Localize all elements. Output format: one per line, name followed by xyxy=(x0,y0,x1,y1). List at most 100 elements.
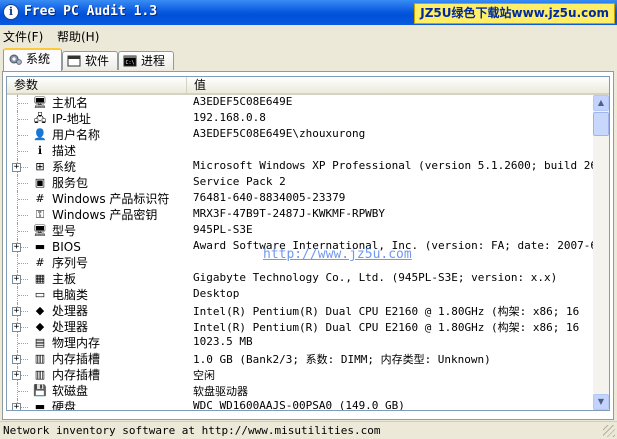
tab-software[interactable]: 软件 xyxy=(62,51,118,70)
table-row[interactable]: 🖧 IP-地址 192.168.0.8 xyxy=(7,111,593,127)
tree-line xyxy=(17,95,28,111)
table-row[interactable]: 🖥 型号 945PL-S3E xyxy=(7,223,593,239)
table-row[interactable]: ▭ 电脑类 Desktop xyxy=(7,287,593,303)
menu-bar: 文件(F) 帮助(H) xyxy=(0,25,617,45)
app-info-icon[interactable]: i xyxy=(3,4,19,20)
row-value: 空闲 xyxy=(193,369,215,382)
tree-line xyxy=(17,223,28,239)
memory-slot-icon: ▥ xyxy=(34,352,46,365)
row-param: 主板 xyxy=(52,272,77,286)
tree-line xyxy=(17,111,28,127)
row-param: 系统 xyxy=(52,160,77,174)
row-value: 1023.5 MB xyxy=(193,335,253,348)
network-icon: 🖧 xyxy=(33,112,47,125)
row-param: 主机名 xyxy=(52,96,89,110)
row-value: 1.0 GB (Bank2/3; 系数: DIMM; 内存类型: Unknown… xyxy=(193,353,491,366)
row-value: Desktop xyxy=(193,287,240,300)
expand-toggle[interactable]: + xyxy=(12,275,21,284)
column-header-param[interactable]: 参数 xyxy=(7,77,187,93)
resize-grip[interactable] xyxy=(603,425,615,437)
table-row[interactable]: + ◆ 处理器 Intel(R) Pentium(R) Dual CPU E2160 … xyxy=(7,303,593,319)
chip-icon: ▬ xyxy=(34,240,46,253)
table-row[interactable]: # Windows 产品标识符 76481-640-8834005-23379 xyxy=(7,191,593,207)
watermark-link: http://www.jz5u.com xyxy=(263,247,412,262)
row-value: A3EDEF5C08E649E xyxy=(193,95,293,108)
tab-processes[interactable]: C:\ 进程 xyxy=(118,51,174,70)
tree-line xyxy=(17,127,28,143)
row-value: Gigabyte Technology Co., Ltd. (945PL-S3E… xyxy=(193,271,558,284)
row-param: 服务包 xyxy=(52,176,89,190)
table-row[interactable]: 👤 用户名称 A3EDEF5C08E649E\zhouxurong xyxy=(7,127,593,143)
expand-toggle[interactable]: + xyxy=(12,307,21,316)
title-bar[interactable]: i Free PC Audit 1.3 JZ5U绿色下载站www.jz5u.co… xyxy=(0,0,617,25)
row-param: 序列号 xyxy=(52,256,89,270)
memory-slot-icon: ▥ xyxy=(34,368,46,381)
menu-file[interactable]: 文件(F) xyxy=(3,28,43,45)
tree-line xyxy=(17,335,28,351)
row-param: 描述 xyxy=(52,144,77,158)
row-param: 电脑类 xyxy=(52,288,89,302)
scroll-up-button[interactable]: ▲ xyxy=(593,95,609,111)
row-param: 型号 xyxy=(52,224,77,238)
row-value: 76481-640-8834005-23379 xyxy=(193,191,346,204)
info-icon: ℹ xyxy=(37,144,43,157)
harddisk-icon: ▬ xyxy=(34,400,46,410)
row-param: 物理内存 xyxy=(52,336,101,350)
row-value: Intel(R) Pentium(R) Dual CPU E2160 @ 1.8… xyxy=(193,305,580,318)
row-param: 用户名称 xyxy=(52,128,101,142)
expand-toggle[interactable]: + xyxy=(12,323,21,332)
status-text: Network inventory software at http://www… xyxy=(3,424,381,437)
table-row[interactable]: ⚿ Windows 产品密钥 MRX3F-47B9T-2487J-KWKMF-RPW… xyxy=(7,207,593,223)
hash-icon: # xyxy=(35,192,45,205)
table-row[interactable]: + ▥ 内存插槽 空闲 xyxy=(7,367,593,383)
row-param: 软磁盘 xyxy=(52,384,89,398)
row-value: Intel(R) Pentium(R) Dual CPU E2160 @ 1.8… xyxy=(193,321,580,334)
tree-line xyxy=(17,143,28,159)
column-header-value[interactable]: 值 xyxy=(187,77,609,93)
computer-icon: 🖥 xyxy=(33,224,47,237)
list-header: 参数 值 xyxy=(7,77,609,95)
tree-line xyxy=(17,175,28,191)
tab-processes-label: 进程 xyxy=(141,54,166,68)
floppy-icon: 💾 xyxy=(33,384,47,397)
table-row[interactable]: + ⊞ 系统 Microsoft Windows XP Professional (v… xyxy=(7,159,593,175)
expand-toggle[interactable]: + xyxy=(12,163,21,172)
table-row[interactable]: + ◆ 处理器 Intel(R) Pentium(R) Dual CPU E2160 … xyxy=(7,319,593,335)
table-row[interactable]: 🖥 主机名 A3EDEF5C08E649E xyxy=(7,95,593,111)
row-param: 硬盘 xyxy=(52,400,77,410)
table-row[interactable]: + ▥ 内存插槽 1.0 GB (Bank2/3; 系数: DIMM; 内存类型: U… xyxy=(7,351,593,367)
cpu-icon: ◆ xyxy=(35,304,45,317)
hash-icon: # xyxy=(35,256,45,269)
table-row[interactable]: ℹ 描述 xyxy=(7,143,593,159)
window-title: Free PC Audit 1.3 xyxy=(24,4,158,19)
motherboard-icon: ▦ xyxy=(34,272,46,285)
table-row[interactable]: ▤ 物理内存 1023.5 MB xyxy=(7,335,593,351)
system-info-list[interactable]: 参数 值 🖥 主机名 A3EDEF5C08E649E 🖧 IP-地址 192.168.0.… xyxy=(6,76,610,411)
expand-toggle[interactable]: + xyxy=(12,371,21,380)
expand-toggle[interactable]: + xyxy=(12,243,21,252)
row-param: IP-地址 xyxy=(52,112,91,126)
tab-system-label: 系统 xyxy=(26,52,51,66)
expand-toggle[interactable]: + xyxy=(12,355,21,364)
vertical-scrollbar[interactable]: ▲ ▼ xyxy=(593,95,609,410)
table-row[interactable]: 💾 软磁盘 软盘驱动器 xyxy=(7,383,593,399)
row-param: BIOS xyxy=(52,240,81,254)
scroll-thumb[interactable] xyxy=(593,112,609,136)
tree-line xyxy=(17,207,28,223)
menu-help[interactable]: 帮助(H) xyxy=(57,28,99,45)
tree-line xyxy=(17,287,28,303)
expand-toggle[interactable]: + xyxy=(12,403,21,410)
table-row[interactable]: ▣ 服务包 Service Pack 2 xyxy=(7,175,593,191)
table-row[interactable]: + ▬ 硬盘 WDC WD1600AAJS-00PSA0 (149.0 GB) xyxy=(7,399,593,410)
table-row[interactable]: + ▦ 主板 Gigabyte Technology Co., Ltd. (945PL… xyxy=(7,271,593,287)
row-param: 处理器 xyxy=(52,320,89,334)
row-param: Windows 产品密钥 xyxy=(52,208,158,222)
row-param: 内存插槽 xyxy=(52,368,101,382)
row-param: 内存插槽 xyxy=(52,352,101,366)
svg-text:C:\: C:\ xyxy=(126,60,135,66)
scroll-down-button[interactable]: ▼ xyxy=(593,394,609,410)
gear-icon xyxy=(9,54,22,65)
tree-line xyxy=(17,255,28,271)
tab-system[interactable]: 系统 xyxy=(3,48,62,71)
computer-icon: 🖥 xyxy=(33,96,47,109)
